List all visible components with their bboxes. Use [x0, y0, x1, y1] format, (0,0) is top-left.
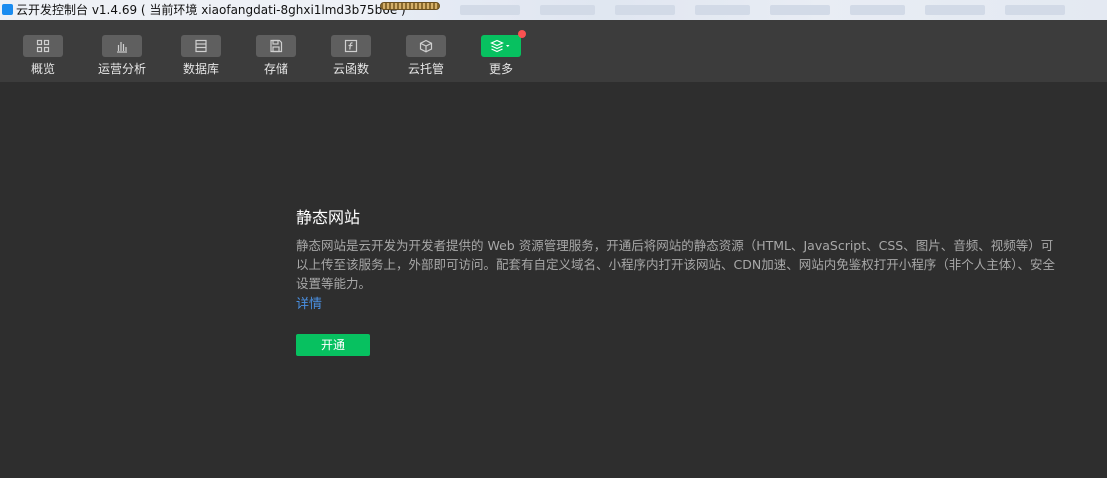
toolbar-item-more[interactable]: 更多 — [471, 30, 531, 77]
cube-icon — [419, 39, 433, 53]
bar-chart-icon — [117, 42, 127, 53]
static-website-intro: 静态网站 静态网站是云开发为开发者提供的 Web 资源管理服务，开通后将网站的静… — [296, 208, 1066, 356]
toolbar-item-overview[interactable]: 概览 — [13, 35, 73, 77]
toolbar-button-cloud-functions[interactable] — [331, 35, 371, 57]
main-panel: 静态网站 静态网站是云开发为开发者提供的 Web 资源管理服务，开通后将网站的静… — [0, 82, 1107, 478]
toolbar-item-database[interactable]: 数据库 — [171, 35, 231, 77]
toolbar-item-analytics[interactable]: 运营分析 — [92, 35, 152, 77]
toolbar-item-storage[interactable]: 存储 — [246, 35, 306, 77]
notification-dot — [518, 30, 526, 38]
page-title: 静态网站 — [296, 208, 361, 227]
toolbar-button-more[interactable] — [481, 30, 526, 57]
toolbar-label-more: 更多 — [488, 62, 513, 76]
floppy-disk-icon — [270, 39, 283, 53]
activate-button[interactable]: 开通 — [296, 334, 370, 356]
toolbar-button-cloud-hosting[interactable] — [406, 35, 446, 57]
toolbar-item-cloud-hosting[interactable]: 云托管 — [396, 35, 456, 77]
toolbar-button-analytics[interactable] — [102, 35, 142, 57]
description-text: 静态网站是云开发为开发者提供的 Web 资源管理服务，开通后将网站的静态资源（H… — [296, 238, 1055, 291]
toolbar-item-cloud-functions[interactable]: 云函数 — [321, 35, 381, 77]
toolbar-label-overview: 概览 — [30, 62, 55, 76]
layers-icon — [490, 39, 510, 53]
toolbar-label-storage: 存储 — [263, 62, 288, 76]
drag-handle[interactable] — [380, 2, 440, 10]
toolbar-button-database[interactable] — [181, 35, 221, 57]
background-taskbar-ghost — [390, 0, 1107, 20]
window-titlebar: 云开发控制台 v1.4.69 ( 当前环境 xiaofangdati-8ghxi… — [0, 0, 1107, 20]
window-title: 云开发控制台 v1.4.69 ( 当前环境 xiaofangdati-8ghxi… — [16, 3, 406, 17]
grid-icon — [36, 39, 50, 53]
dropdown-caret-icon — [506, 45, 510, 47]
toolbar-label-analytics: 运营分析 — [97, 62, 146, 76]
details-link[interactable]: 详情 — [296, 296, 322, 314]
database-icon — [195, 39, 207, 53]
top-toolbar: 概览 运营分析 数据库 存储 云函数 云托管 更多 — [0, 20, 1107, 82]
toolbar-label-database: 数据库 — [182, 62, 219, 76]
function-icon — [344, 39, 358, 53]
toolbar-label-cloud-functions: 云函数 — [332, 62, 369, 76]
app-logo-icon — [2, 4, 13, 15]
toolbar-button-storage[interactable] — [256, 35, 296, 57]
toolbar-label-cloud-hosting: 云托管 — [407, 62, 444, 76]
toolbar-button-overview[interactable] — [23, 35, 63, 57]
